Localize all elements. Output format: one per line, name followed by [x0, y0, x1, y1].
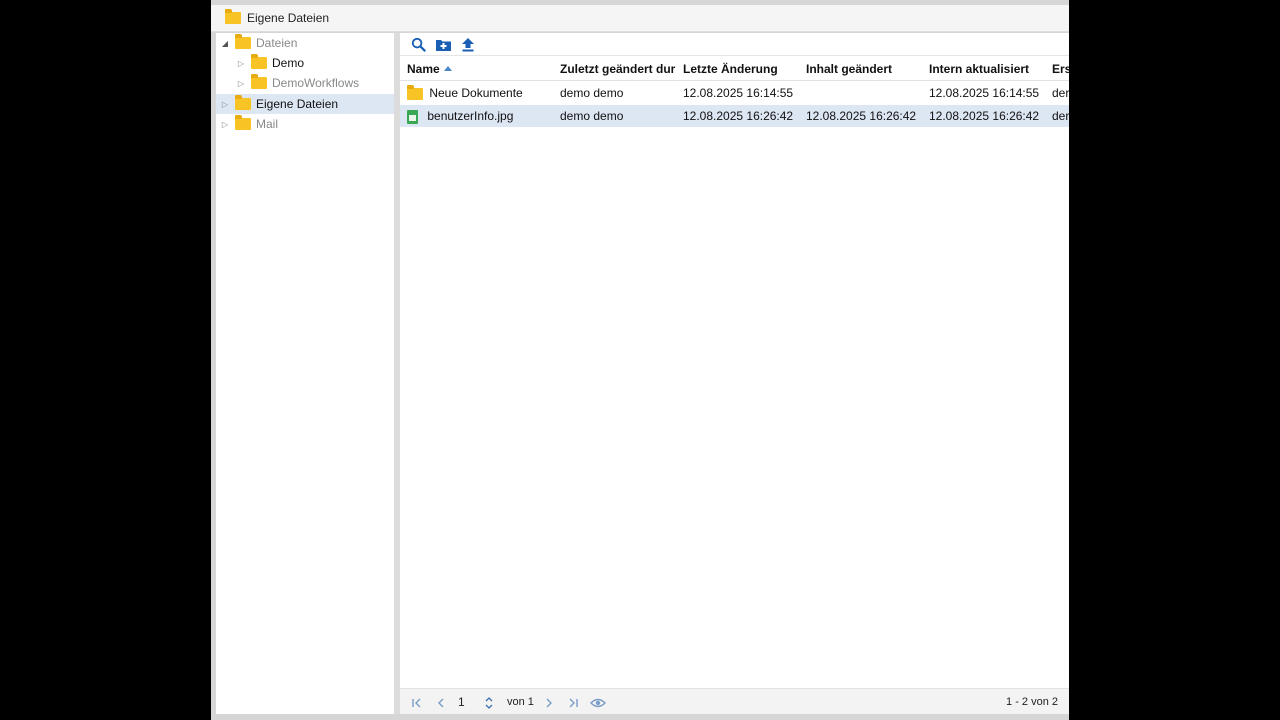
folder-icon: [235, 95, 251, 110]
internal-updated-cell: 12.08.2025 16:14:55: [929, 86, 1040, 100]
grid-header: Name Zuletzt geändert dur Letzte Änderun…: [400, 57, 1069, 81]
last-change-cell: 12.08.2025 16:14:55: [683, 86, 794, 100]
record-summary: 1 - 2 von 2: [1006, 696, 1058, 708]
pagination-bar: 1 von 1 1 - 2 von 2: [400, 688, 1069, 714]
sort-ascending-icon: [443, 66, 452, 71]
changed-by-cell: demo demo: [560, 109, 624, 123]
folder-icon: [251, 74, 267, 89]
window-title: Eigene Dateien: [247, 11, 330, 25]
tree-item-label: Demo: [272, 56, 305, 70]
image-file-icon: [407, 109, 418, 124]
file-manager-window: Eigene Dateien ◢ Dateien ▷ Demo ▷ DemoWo…: [211, 0, 1069, 720]
column-header-changed-by[interactable]: Zuletzt geändert dur: [560, 57, 678, 81]
content-changed-cell: [806, 82, 924, 104]
table-row[interactable]: Neue Dokumente demo demo 12.08.2025 16:1…: [400, 82, 1069, 104]
tree-item-demoworkflows[interactable]: ▷ DemoWorkflows: [216, 73, 394, 93]
toolbar: [400, 33, 1069, 56]
folder-icon: [407, 84, 423, 100]
tree-item-label: Mail: [256, 117, 279, 131]
tree-item-eigene-dateien[interactable]: ▷ Eigene Dateien: [216, 94, 394, 114]
name-cell: benutzerInfo.jpg: [407, 105, 557, 127]
column-header-name[interactable]: Name: [407, 57, 557, 81]
last-page-button[interactable]: [567, 689, 579, 715]
column-header-created-by[interactable]: Ers: [1052, 57, 1069, 81]
folder-icon: [225, 9, 241, 24]
search-button[interactable]: [409, 35, 427, 53]
content-changed-cell: 12.08.2025 16:26:42: [806, 109, 917, 123]
file-list-panel: Name Zuletzt geändert dur Letzte Änderun…: [400, 33, 1069, 714]
title-bar: Eigene Dateien: [211, 5, 1069, 32]
next-page-button[interactable]: [543, 689, 555, 715]
up-down-arrows-icon: [485, 696, 493, 709]
previous-page-button[interactable]: [435, 689, 447, 715]
name-cell: Neue Dokumente: [407, 82, 557, 104]
tree-item-demo[interactable]: ▷ Demo: [216, 53, 394, 73]
tree-item-dateien[interactable]: ◢ Dateien: [216, 33, 394, 53]
folder-icon: [235, 34, 251, 49]
column-header-last-change[interactable]: Letzte Änderung: [683, 57, 801, 81]
page-count-label: von 1: [507, 696, 534, 708]
column-header-internal-updated[interactable]: Intern aktualisiert: [929, 57, 1047, 81]
new-folder-icon: [435, 39, 451, 51]
internal-updated-cell: 12.08.2025 16:26:42: [929, 109, 1040, 123]
folder-icon: [235, 115, 251, 130]
created-by-cell: der: [1052, 109, 1069, 123]
changed-by-cell: demo demo: [560, 86, 624, 100]
page-number-input[interactable]: 1: [458, 689, 476, 715]
expand-arrow-icon[interactable]: ▷: [236, 59, 246, 68]
upload-button[interactable]: [459, 35, 477, 53]
expand-arrow-icon[interactable]: ▷: [236, 79, 246, 88]
view-button[interactable]: [590, 689, 606, 715]
last-change-cell: 12.08.2025 16:26:42: [683, 109, 794, 123]
first-page-button[interactable]: [411, 689, 423, 715]
eye-icon: [590, 698, 606, 707]
created-by-cell: der: [1052, 86, 1069, 100]
table-row[interactable]: benutzerInfo.jpg demo demo 12.08.2025 16…: [400, 105, 1069, 127]
first-page-icon: [412, 698, 421, 708]
chevron-right-icon: [546, 698, 552, 708]
tree-item-label: Eigene Dateien: [256, 97, 339, 111]
chevron-left-icon: [438, 698, 444, 708]
search-icon: [411, 37, 426, 52]
page-stepper[interactable]: [484, 689, 494, 715]
upload-icon: [462, 37, 474, 51]
tree-item-label: Dateien: [256, 36, 298, 50]
expand-arrow-icon[interactable]: ▷: [220, 120, 230, 129]
folder-tree: ◢ Dateien ▷ Demo ▷ DemoWorkflows ▷ Eigen…: [216, 33, 394, 714]
collapse-arrow-icon[interactable]: ◢: [220, 39, 230, 48]
column-header-content-changed[interactable]: Inhalt geändert: [806, 57, 924, 81]
last-page-icon: [569, 698, 578, 708]
tree-item-label: DemoWorkflows: [272, 76, 360, 90]
tree-item-mail[interactable]: ▷ Mail: [216, 114, 394, 134]
expand-arrow-icon[interactable]: ▷: [220, 100, 230, 109]
new-folder-button[interactable]: [434, 35, 452, 53]
folder-icon: [251, 54, 267, 69]
